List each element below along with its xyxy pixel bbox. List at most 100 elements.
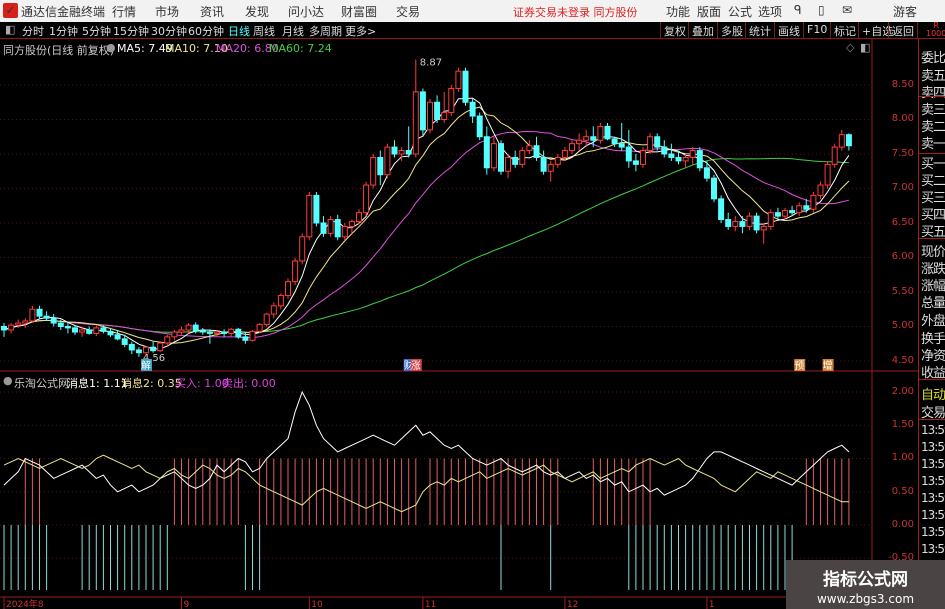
- candle-body: [43, 315, 50, 319]
- settings-icon[interactable]: ●: [106, 41, 116, 54]
- menu-hangqing[interactable]: 行情: [112, 3, 136, 20]
- candle-body: [391, 146, 398, 155]
- menu-jiaoyi[interactable]: 交易: [396, 3, 420, 20]
- trade-time: 13:59: [921, 440, 945, 454]
- sidebar-toggle-icon[interactable]: ◧: [5, 23, 15, 36]
- price-tick: 5.00: [891, 320, 914, 331]
- user-label[interactable]: 游客: [893, 3, 917, 20]
- candle-body: [774, 212, 781, 217]
- candle-body: [569, 143, 575, 152]
- candle-body: [519, 150, 526, 165]
- menu-zixun[interactable]: 资讯: [200, 3, 224, 20]
- menu-shichang[interactable]: 市场: [155, 3, 179, 20]
- candle-body: [583, 136, 590, 141]
- candle-body: [689, 150, 696, 158]
- period-60min[interactable]: 60分钟: [188, 23, 224, 39]
- period-more[interactable]: 更多>: [345, 23, 376, 39]
- ind-tick: 0.50: [891, 486, 914, 497]
- quote-panel: 委比 卖五 卖四 卖三 卖二 卖一 买一 买二 买三 买四 买五 现价 涨跌 涨幅 总量 外盘 换手 净资 收益 自动…: [918, 39, 945, 609]
- candle-body: [845, 134, 852, 147]
- candle-body: [143, 346, 149, 354]
- divider: [919, 379, 945, 380]
- candle-body: [363, 184, 370, 214]
- title-bar: ✓ 通达信金融终端 行情 市场 资讯 发现 问小达 财富圈 交易 证券交易未登录…: [0, 0, 945, 22]
- menu-xuanxiang[interactable]: 选项: [758, 3, 782, 20]
- period-multi[interactable]: 多周期: [309, 23, 342, 39]
- menu-gongneng[interactable]: 功能: [666, 3, 690, 20]
- period-1min[interactable]: 1分钟: [49, 23, 78, 39]
- candle-body: [483, 136, 490, 169]
- menu-faxian[interactable]: 发现: [245, 3, 269, 20]
- quote-row-label: 外盘: [921, 314, 945, 329]
- candle-body: [739, 221, 746, 227]
- price-tick: 8.50: [891, 79, 914, 90]
- candle-body: [107, 330, 114, 336]
- candle-body: [831, 146, 838, 165]
- candle-body: [824, 163, 831, 186]
- panel-toggle-icon[interactable]: ◧: [860, 41, 870, 54]
- candle-body: [711, 177, 717, 200]
- ind-tick: 1.00: [891, 452, 914, 463]
- price-tick: 6.00: [891, 251, 914, 262]
- period-monthly[interactable]: 月线: [282, 23, 304, 39]
- fuquan-button[interactable]: 复权: [660, 22, 689, 39]
- auto-trade-button[interactable]: 自动: [921, 384, 945, 403]
- chart-canvas[interactable]: 8.87 4.56解 财涨 预 增 2024年8 9 10 11 12 1: [0, 0, 945, 609]
- phone-icon[interactable]: ▯: [818, 3, 825, 17]
- app-title: 通达信金融终端: [21, 5, 106, 19]
- period-daily[interactable]: 日线: [228, 23, 250, 39]
- period-weekly[interactable]: 周线: [253, 23, 275, 39]
- multi-stock-button[interactable]: 多股: [717, 22, 746, 39]
- candle-body: [29, 308, 36, 322]
- candle-body: [661, 146, 668, 155]
- login-status[interactable]: 证券交易未登录 同方股份: [513, 4, 638, 20]
- candle-body: [398, 150, 405, 155]
- stock-title: 同方股份(日线 前复权): [3, 44, 115, 57]
- menu-gongshi[interactable]: 公式: [728, 3, 752, 20]
- menu-caifuquan[interactable]: 财富圈: [341, 3, 377, 20]
- candle-body: [256, 323, 263, 332]
- date-label: 12: [567, 600, 578, 609]
- event-marker: 财: [404, 359, 414, 372]
- f10-button[interactable]: F10: [803, 22, 830, 39]
- candle-body: [703, 167, 710, 179]
- menu-wenxiaoda[interactable]: 问小达: [288, 3, 324, 20]
- overlay-button[interactable]: 叠加: [688, 22, 717, 39]
- candle-body: [547, 163, 554, 172]
- watermark: 指标公式网 www.zbgs3.com: [786, 560, 945, 609]
- event-marker-bg: [410, 359, 422, 371]
- stats-button[interactable]: 统计: [745, 22, 774, 39]
- candle-body: [505, 156, 512, 172]
- candle-body: [803, 205, 810, 210]
- candle-body: [554, 156, 561, 165]
- ind-tick: 1.50: [891, 419, 914, 430]
- period-15min[interactable]: 15分钟: [113, 23, 149, 39]
- candle-body: [356, 212, 362, 223]
- mail-icon[interactable]: ✉: [842, 3, 852, 17]
- candle-body: [100, 327, 107, 332]
- candle-body: [632, 160, 639, 165]
- candle-body: [292, 260, 299, 283]
- buy-value: 买入: 1.00: [175, 377, 229, 390]
- diamond-icon[interactable]: ◇: [846, 41, 854, 54]
- candle-body: [576, 139, 583, 145]
- period-5min[interactable]: 5分钟: [82, 23, 111, 39]
- watermark-url: www.zbgs3.com: [816, 592, 915, 606]
- candle-body: [157, 342, 164, 352]
- event-marker-bg: [403, 359, 415, 371]
- candle-body: [214, 331, 220, 334]
- candle-body: [441, 112, 448, 120]
- period-fenshi[interactable]: 分时: [22, 23, 44, 39]
- chat-icon[interactable]: ᑫ: [794, 3, 802, 17]
- candle-body: [384, 146, 391, 176]
- high-price-label: 8.87: [420, 57, 442, 68]
- menu-banmian[interactable]: 版面: [697, 3, 721, 20]
- period-30min[interactable]: 30分钟: [151, 23, 187, 39]
- back-button[interactable]: 返回: [888, 22, 918, 39]
- draw-button[interactable]: 画线: [774, 22, 803, 39]
- low-price-label: 4.56: [143, 353, 165, 364]
- candle-body: [838, 134, 845, 148]
- mark-button[interactable]: 标记: [830, 22, 859, 39]
- candle-body: [561, 150, 568, 158]
- indicator-settings-icon[interactable]: ●: [3, 374, 13, 387]
